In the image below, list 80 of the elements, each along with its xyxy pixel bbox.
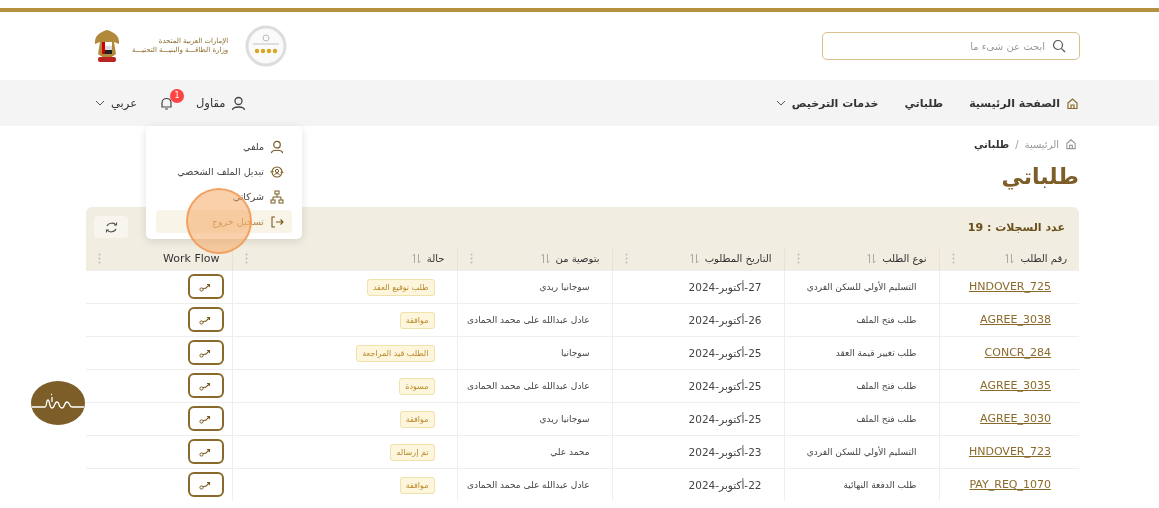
status-tag: طلب توقيع العقد: [366, 278, 435, 296]
nav-link[interactable]: الصفحة الرئيسية: [969, 96, 1079, 110]
user-icon: [231, 95, 247, 111]
route-icon: [199, 446, 212, 457]
status-tag: موافقة: [399, 311, 435, 329]
home-icon: [1066, 96, 1079, 110]
menu-item[interactable]: ملفي: [156, 135, 292, 158]
workflow-button[interactable]: [187, 439, 224, 464]
recommended-by: عادل عبدالله على محمد الحمادى: [467, 479, 590, 490]
logout-icon: [270, 214, 284, 229]
route-icon: [199, 347, 212, 358]
user-menu-link[interactable]: مقاول: [196, 95, 247, 111]
emblem-drawing: [92, 28, 122, 64]
status-tag: موافقة: [399, 476, 435, 494]
workflow-button[interactable]: [187, 274, 224, 299]
workflow-button[interactable]: [187, 472, 224, 498]
request-type: طلب تغيير قيمة العقد: [835, 347, 917, 358]
request-date: 27-أكتوبر-2024: [688, 280, 762, 293]
request-type: طلب فتح الملف: [856, 314, 917, 325]
refresh-icon: [104, 221, 118, 233]
record-count: عدد السجلات : 19: [967, 220, 1065, 234]
page-title: طلباتي: [1001, 164, 1079, 189]
workflow-button[interactable]: [187, 307, 224, 332]
route-icon: [199, 314, 212, 325]
request-date: 25-أكتوبر-2024: [688, 379, 762, 392]
status-tag: الطلب قيد المراجعة: [356, 344, 435, 362]
recommended-by: سوجانيا ريدي: [539, 281, 590, 292]
sort-icon[interactable]: [540, 252, 550, 264]
request-date: 22-أكتوبر-2024: [688, 478, 762, 491]
request-type: التسليم الأولي للسكن الفردي: [806, 281, 917, 292]
switch-user-icon: [270, 164, 284, 179]
request-id-link[interactable]: CONCR_284: [984, 346, 1051, 359]
request-id-link[interactable]: AGREE_3038: [980, 313, 1051, 326]
recommended-by: سوجانيا ريدي: [539, 413, 590, 424]
user-role: مقاول: [196, 96, 226, 110]
request-date: 25-أكتوبر-2024: [688, 346, 762, 359]
status-tag: موافقة: [399, 410, 435, 428]
request-id-link[interactable]: AGREE_3030: [980, 412, 1051, 425]
breadcrumb-separator: /: [1015, 138, 1019, 150]
search-icon: [1052, 39, 1066, 53]
route-icon: [199, 479, 212, 490]
sort-icon[interactable]: [411, 252, 421, 264]
status-tag: تم إرساله: [390, 443, 435, 461]
route-icon: [199, 413, 212, 424]
request-type: طلب الدفعة النهائية: [843, 479, 917, 490]
home-icon: [1065, 138, 1077, 150]
route-icon: [199, 380, 212, 391]
request-date: 25-أكتوبر-2024: [688, 412, 762, 425]
recommended-by: عادل عبدالله على محمد الحمادى: [467, 314, 590, 325]
workflow-button[interactable]: [187, 373, 224, 398]
request-date: 26-أكتوبر-2024: [688, 313, 762, 326]
search-field[interactable]: ابحث عن شيء ما: [822, 32, 1080, 60]
request-id-link[interactable]: AGREE_3035: [980, 379, 1051, 392]
request-type: طلب فتح الملف: [856, 413, 917, 424]
refresh-button[interactable]: [94, 216, 128, 238]
org-chart-icon: [270, 189, 284, 204]
chevron-down-icon: [95, 100, 105, 106]
sort-icon[interactable]: [867, 252, 877, 264]
language-selector[interactable]: عربي: [95, 96, 137, 110]
nav-link[interactable]: خدمات الترخيص: [775, 96, 879, 110]
workflow-button[interactable]: [187, 406, 224, 431]
menu-item[interactable]: تبديل الملف الشخصي: [156, 160, 292, 183]
route-icon: [199, 281, 212, 292]
breadcrumb-link[interactable]: طلباتي: [973, 138, 1010, 150]
sort-icon[interactable]: [1005, 252, 1015, 264]
recommended-by: سوجانيا: [561, 347, 590, 358]
workflow-button[interactable]: [187, 340, 224, 365]
status-tag: مسودة: [399, 377, 435, 395]
request-type: التسليم الأولي للسكن الفردي: [806, 446, 917, 457]
sort-icon[interactable]: [689, 252, 699, 264]
request-type: طلب فتح الملف: [856, 380, 917, 391]
chevron-down-icon: [775, 100, 786, 106]
user-icon: [270, 139, 284, 154]
nav-link[interactable]: طلباتي: [904, 96, 944, 110]
notification-badge: 1: [170, 88, 184, 103]
recommended-by: عادل عبدالله على محمد الحمادى: [467, 380, 590, 391]
recommended-by: محمد علي: [550, 446, 590, 457]
floating-assistant-button[interactable]: [30, 380, 86, 426]
bell-icon[interactable]: [159, 95, 174, 111]
request-date: 23-أكتوبر-2024: [688, 445, 762, 458]
